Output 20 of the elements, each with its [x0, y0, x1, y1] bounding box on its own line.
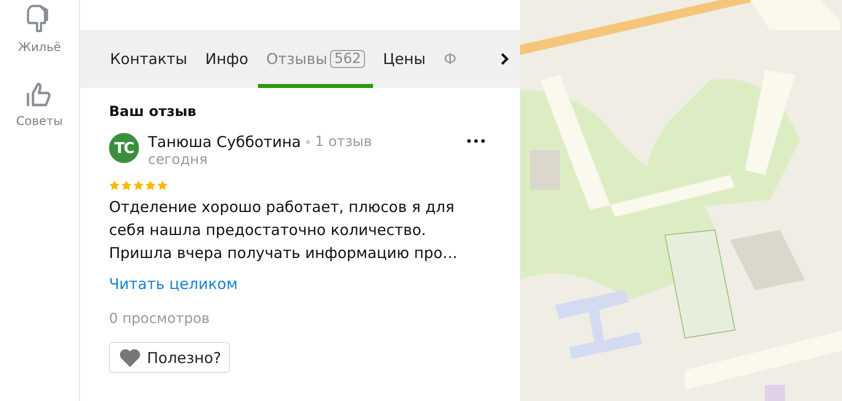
- review-count: 1 отзыв: [315, 134, 372, 150]
- chevron-right-icon: [500, 52, 510, 66]
- author-name[interactable]: Танюша Субботина: [148, 133, 301, 151]
- sidebar-item[interactable]: Советы: [16, 114, 63, 128]
- review-text: Отделение хорошо работает, плюсов я для себя нашла предостаточно количество. Пришла вчера получать информацию про…: [109, 197, 459, 264]
- count-badge: 562: [330, 50, 366, 68]
- ellipsis-icon: [467, 139, 485, 143]
- tab[interactable]: Контакты: [102, 30, 196, 88]
- review-date: сегодня: [148, 152, 208, 168]
- avatar: ТС: [109, 133, 139, 163]
- heart-icon: [119, 348, 141, 367]
- section-title: Ваш отзыв: [109, 104, 198, 120]
- sidebar-item[interactable]: Жильё: [18, 40, 61, 54]
- separator-dot: [306, 140, 310, 144]
- view-count: 0 просмотров: [109, 311, 210, 327]
- tab[interactable]: Инфо: [197, 30, 256, 88]
- thumbs-up-icon: [26, 82, 52, 108]
- read-more-link[interactable]: Читать целиком: [109, 275, 238, 293]
- tab[interactable]: Цены: [375, 30, 434, 88]
- helpful-button[interactable]: Полезно?: [109, 342, 230, 373]
